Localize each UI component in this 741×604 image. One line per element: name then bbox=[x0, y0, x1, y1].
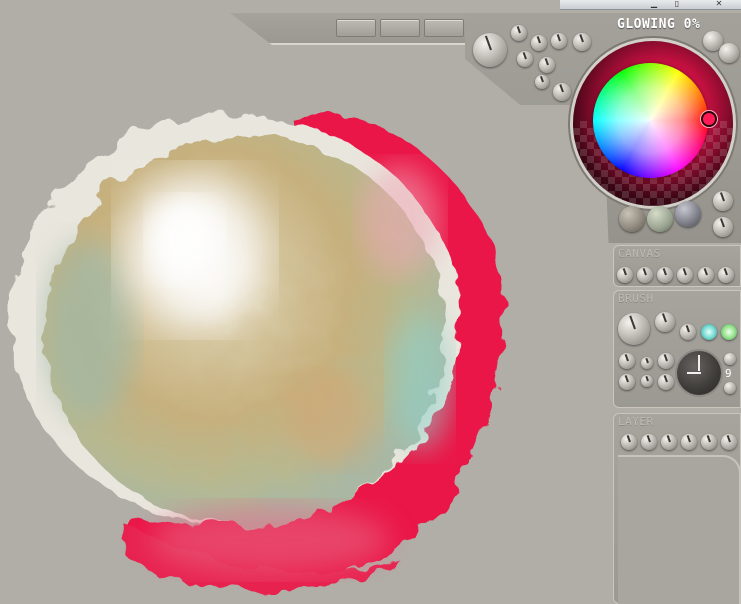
layer-list-area[interactable] bbox=[618, 455, 741, 604]
layer-knob-6[interactable] bbox=[721, 434, 737, 450]
hue-saturation-wheel[interactable] bbox=[593, 63, 708, 178]
color-knob-2[interactable] bbox=[713, 217, 733, 237]
brush-knob-4[interactable] bbox=[641, 357, 653, 369]
main-tool-dial[interactable] bbox=[473, 33, 507, 67]
brush-knob-7[interactable] bbox=[641, 375, 653, 387]
minimize-icon[interactable]: ▁ bbox=[645, 0, 663, 8]
toolbar-button-1[interactable] bbox=[336, 19, 376, 37]
glowing-readout: GLOWING 0% bbox=[617, 17, 701, 32]
toolbar-button-2[interactable] bbox=[380, 19, 420, 37]
canvas-knob-3[interactable] bbox=[657, 267, 673, 283]
brush-knob-9[interactable] bbox=[724, 353, 736, 365]
brush-main-dial[interactable] bbox=[677, 351, 721, 395]
tool-knob-1[interactable] bbox=[511, 25, 527, 41]
brush-knob-5[interactable] bbox=[658, 353, 674, 369]
color-picker[interactable] bbox=[573, 41, 733, 206]
highlight-core bbox=[150, 200, 220, 280]
canvas-section-label: CANVAS bbox=[618, 247, 661, 260]
swatch-2[interactable] bbox=[647, 206, 673, 232]
swatch-3[interactable] bbox=[675, 201, 701, 227]
brush-section-label: BRUSH bbox=[618, 292, 654, 305]
brush-green-swatch[interactable] bbox=[721, 324, 737, 340]
close-icon[interactable]: ✕ bbox=[710, 0, 728, 8]
brush-size-knob[interactable] bbox=[618, 313, 650, 345]
canvas-knob-6[interactable] bbox=[718, 267, 734, 283]
brush-section: BRUSH bbox=[613, 290, 741, 408]
teal-accent bbox=[45, 240, 135, 420]
brush-knob-6[interactable] bbox=[619, 374, 635, 390]
tool-knob-3[interactable] bbox=[551, 33, 567, 49]
layer-knob-3[interactable] bbox=[661, 434, 677, 450]
wheel-center-fade bbox=[593, 63, 708, 178]
brush-knob-8[interactable] bbox=[658, 374, 674, 390]
layer-knob-2[interactable] bbox=[641, 434, 657, 450]
layer-knob-1[interactable] bbox=[621, 434, 637, 450]
toolbar-button-3[interactable] bbox=[424, 19, 464, 37]
layer-knob-5[interactable] bbox=[701, 434, 717, 450]
tool-knob-7[interactable] bbox=[535, 75, 549, 89]
brush-teal-swatch[interactable] bbox=[701, 324, 717, 340]
swatch-1[interactable] bbox=[619, 206, 645, 232]
tool-knob-2[interactable] bbox=[531, 35, 547, 51]
canvas-knob-4[interactable] bbox=[677, 267, 693, 283]
tool-knob-5[interactable] bbox=[517, 51, 533, 67]
canvas-knob-5[interactable] bbox=[698, 267, 714, 283]
layer-knob-4[interactable] bbox=[681, 434, 697, 450]
color-selector-marker[interactable] bbox=[701, 111, 717, 127]
brush-knob-10[interactable] bbox=[724, 382, 736, 394]
layer-section-label: LAYER bbox=[618, 415, 654, 428]
orange-accent bbox=[285, 375, 375, 465]
window-title-bar: ▁ ▯ ✕ bbox=[560, 0, 741, 10]
color-knob-1[interactable] bbox=[713, 191, 733, 211]
brush-knob-3[interactable] bbox=[619, 353, 635, 369]
tool-knob-8[interactable] bbox=[553, 83, 571, 101]
brush-size-value: 9 bbox=[725, 367, 732, 380]
pink-lower-accent bbox=[150, 505, 390, 575]
canvas-knob-2[interactable] bbox=[637, 267, 653, 283]
canvas-knob-1[interactable] bbox=[617, 267, 633, 283]
brush-knob-2[interactable] bbox=[680, 324, 696, 340]
cyan-accent bbox=[390, 310, 450, 450]
restore-icon[interactable]: ▯ bbox=[668, 0, 686, 8]
pink-accent bbox=[360, 165, 440, 275]
brush-knob-1[interactable] bbox=[655, 312, 675, 332]
tool-knob-6[interactable] bbox=[539, 57, 555, 73]
